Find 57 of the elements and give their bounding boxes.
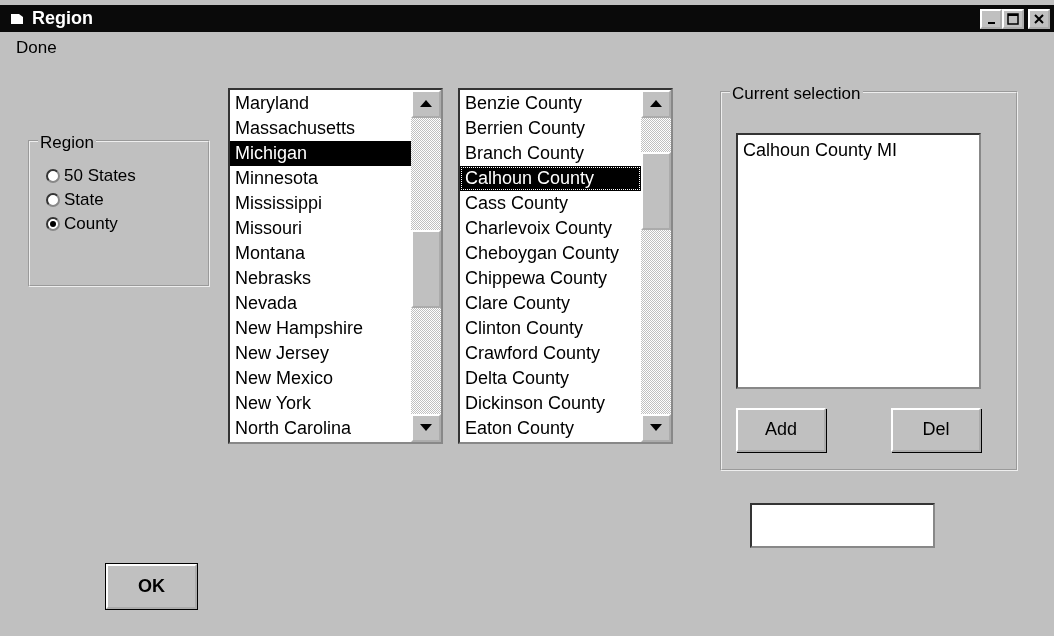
list-item[interactable]: Massachusetts (230, 115, 411, 141)
ok-button[interactable]: OK (106, 563, 197, 609)
action-button[interactable]: Del (891, 407, 981, 452)
list-item[interactable]: Minnesota (230, 165, 411, 191)
minimize-icon (987, 21, 995, 24)
list-item[interactable]: Delta County (460, 365, 641, 391)
list-item[interactable]: Calhoun County (460, 165, 641, 191)
scrollbar[interactable] (411, 89, 441, 442)
list-item[interactable]: New Hampshire (230, 315, 411, 341)
action-button[interactable]: Add (736, 407, 826, 452)
list-item[interactable]: Berrien County (460, 115, 641, 141)
scroll-down-button[interactable] (411, 413, 441, 442)
list-item[interactable]: Clinton County (460, 315, 641, 341)
maximize-button[interactable] (1002, 8, 1024, 29)
list-item[interactable]: Eaton County (460, 415, 641, 441)
list-item[interactable]: Chippewa County (460, 265, 641, 291)
radio-button[interactable]: County (46, 211, 118, 236)
minimize-button[interactable] (980, 8, 1002, 29)
radio-button[interactable]: 50 States (46, 163, 136, 188)
list-item[interactable]: Charlevoix County (460, 215, 641, 241)
scroll-thumb[interactable] (641, 151, 671, 230)
list-item[interactable]: Cass County (460, 190, 641, 216)
radio-button[interactable]: State (46, 187, 104, 212)
scroll-up-button[interactable] (411, 89, 441, 118)
list-item[interactable]: New Jersey (230, 340, 411, 366)
list-item[interactable]: Missouri (230, 215, 411, 241)
up-arrow-icon (650, 100, 662, 107)
scroll-up-button[interactable] (641, 89, 671, 118)
list-item[interactable]: North Carolina (230, 415, 411, 441)
list-item[interactable]: Cheboygan County (460, 240, 641, 266)
list-item[interactable]: Crawford County (460, 340, 641, 366)
list-item[interactable]: Montana (230, 240, 411, 266)
list-item[interactable]: Calhoun County MI (743, 136, 974, 164)
list-item[interactable]: Branch County (460, 140, 641, 166)
menu-item[interactable]: Done (8, 33, 65, 63)
down-arrow-icon (420, 424, 432, 431)
list-item[interactable]: New Mexico (230, 365, 411, 391)
maximize-icon (1007, 12, 1019, 25)
scroll-thumb[interactable] (411, 229, 441, 308)
list-item[interactable]: Nevada (230, 290, 411, 316)
close-button[interactable] (1028, 8, 1050, 29)
list-item[interactable]: Mississippi (230, 190, 411, 216)
up-arrow-icon (420, 100, 432, 107)
list-item[interactable]: Maryland (230, 90, 411, 116)
down-arrow-icon (650, 424, 662, 431)
list-item[interactable]: New York (230, 390, 411, 416)
scrollbar[interactable] (641, 89, 671, 442)
list-item[interactable]: Clare County (460, 290, 641, 316)
list-item[interactable]: Michigan (230, 140, 411, 166)
close-icon (1033, 12, 1045, 25)
window-icon (10, 12, 24, 25)
text-field[interactable] (750, 502, 935, 548)
scroll-down-button[interactable] (641, 413, 671, 442)
list-item[interactable]: Dickinson County (460, 390, 641, 416)
list-item[interactable]: Benzie County (460, 90, 641, 116)
list-item[interactable]: Nebrasks (230, 265, 411, 291)
window-title: Region (32, 7, 93, 30)
